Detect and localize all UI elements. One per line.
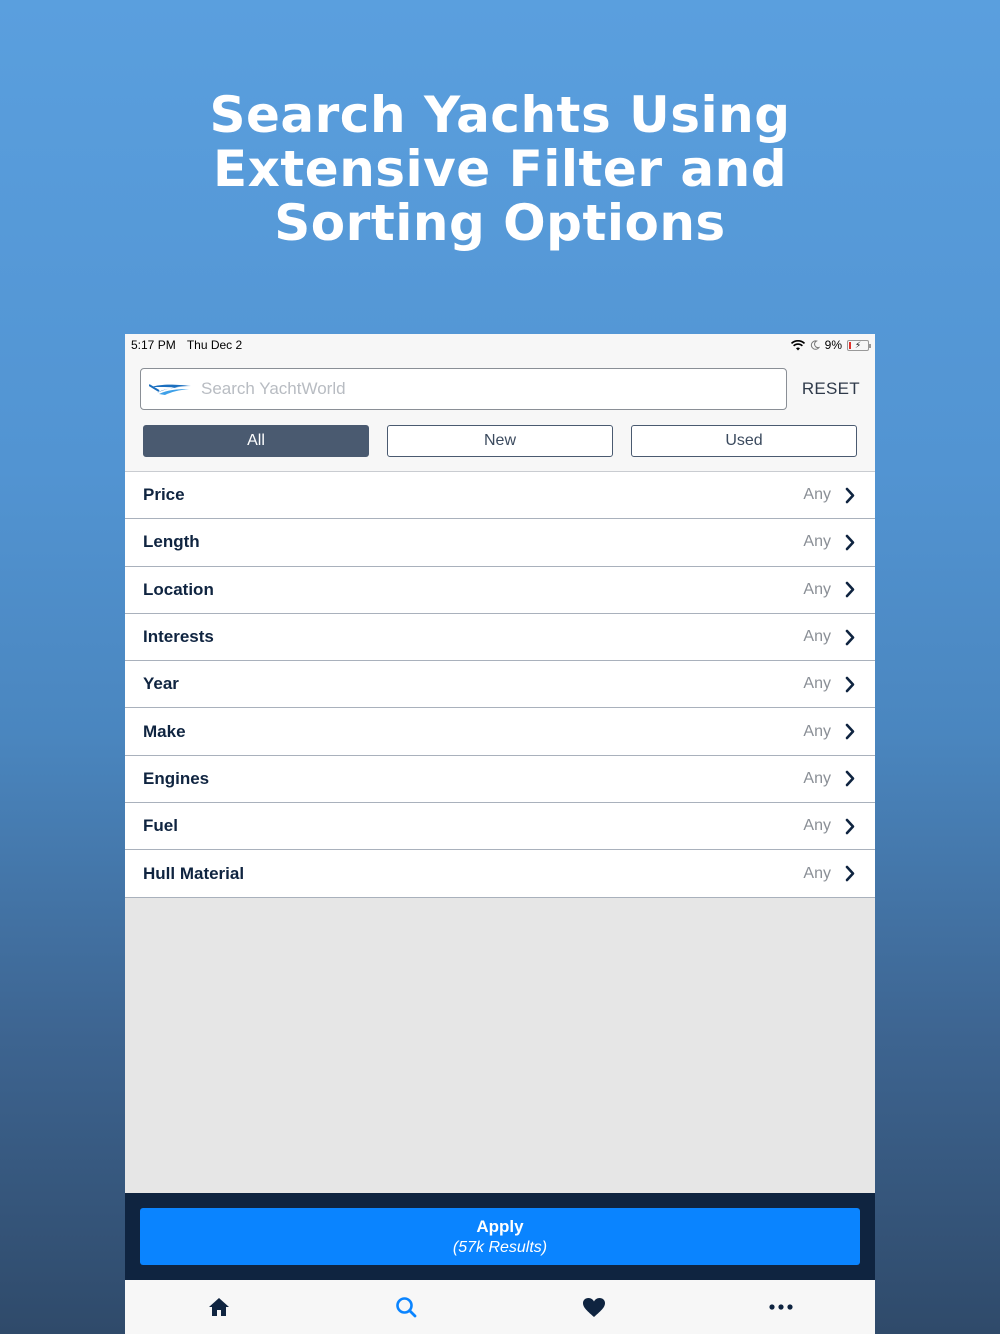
status-time: 5:17 PM: [131, 338, 176, 352]
segment-new[interactable]: New: [387, 425, 613, 457]
tab-more[interactable]: [751, 1287, 811, 1327]
status-date: Thu Dec 2: [186, 338, 243, 352]
apply-results-count: (57k Results): [452, 1238, 548, 1256]
filter-value: Any: [803, 580, 831, 598]
filter-label: Location: [143, 579, 214, 599]
filter-label: Engines: [143, 768, 210, 788]
filter-label: Interests: [143, 627, 214, 647]
chevron-right-icon: [845, 534, 855, 551]
filter-row-length[interactable]: Length Any: [125, 519, 875, 567]
filter-value: Any: [803, 486, 831, 504]
filter-row-make[interactable]: Make Any: [125, 708, 875, 756]
more-icon: [769, 1304, 793, 1310]
chevron-right-icon: [845, 723, 855, 740]
device-screen: 5:17 PM Thu Dec 2 9% ⚡ Search YachtWorld…: [125, 334, 875, 1334]
tab-favorites[interactable]: [564, 1287, 624, 1327]
filter-row-hull-material[interactable]: Hull Material Any: [125, 850, 875, 898]
filter-value: Any: [803, 675, 831, 693]
status-bar: 5:17 PM Thu Dec 2 9% ⚡: [125, 334, 875, 356]
chevron-right-icon: [845, 581, 855, 598]
headline-line-3: Sorting Options: [274, 194, 726, 252]
filter-value: Any: [803, 817, 831, 835]
filter-label: Make: [143, 721, 186, 741]
search-header: RESET All New Used: [125, 356, 875, 472]
segment-used[interactable]: Used: [631, 425, 857, 457]
chevron-right-icon: [845, 771, 855, 787]
filter-label: Hull Material: [143, 863, 245, 883]
filter-row-fuel[interactable]: Fuel Any: [125, 803, 875, 851]
filter-label: Year: [143, 674, 179, 694]
tab-search[interactable]: [376, 1287, 436, 1327]
segment-all[interactable]: All: [143, 425, 369, 457]
filter-value: Any: [803, 769, 831, 787]
headline-line-1: Search Yachts Using: [209, 86, 791, 144]
reset-button[interactable]: RESET: [802, 379, 860, 399]
search-input[interactable]: [201, 379, 761, 399]
headline-line-2: Extensive Filter and: [212, 140, 788, 198]
filter-label: Length: [143, 532, 200, 552]
apply-label: Apply: [476, 1216, 524, 1236]
tab-home[interactable]: [189, 1287, 249, 1327]
filter-row-price[interactable]: Price Any: [125, 472, 875, 520]
filter-label: Fuel: [143, 816, 178, 836]
chevron-right-icon: [845, 487, 855, 503]
filter-value: Any: [803, 628, 831, 646]
condition-segmented-control: All New Used: [140, 425, 860, 457]
chevron-right-icon: [845, 676, 855, 693]
apply-bar: Apply (57k Results): [125, 1193, 875, 1280]
home-icon: [208, 1298, 229, 1316]
yachtworld-logo-icon: [149, 384, 191, 395]
tab-bar: [125, 1280, 875, 1334]
filter-row-location[interactable]: Location Any: [125, 567, 875, 614]
filter-row-year[interactable]: Year Any: [125, 661, 875, 709]
filter-label: Price: [143, 485, 185, 505]
apply-button[interactable]: Apply (57k Results): [140, 1208, 860, 1265]
filter-value: Any: [803, 533, 831, 551]
filter-row-interests[interactable]: Interests Any: [125, 614, 875, 662]
filter-value: Any: [803, 722, 831, 740]
search-field[interactable]: [140, 368, 787, 410]
wifi-icon: [790, 339, 805, 350]
marketing-headline: Search Yachts Using Extensive Filter and…: [0, 88, 1000, 250]
chevron-right-icon: [845, 818, 855, 835]
battery-icon: ⚡: [847, 339, 871, 351]
search-icon: [396, 1297, 417, 1318]
battery-percent: 9%: [824, 338, 842, 352]
moon-icon: [810, 340, 820, 350]
chevron-right-icon: [845, 865, 855, 882]
heart-icon: [582, 1297, 605, 1317]
filter-list: Price Any Length Any Location Any Intere…: [125, 472, 875, 898]
chevron-right-icon: [845, 629, 855, 645]
filter-value: Any: [803, 864, 831, 882]
filter-row-engines[interactable]: Engines Any: [125, 756, 875, 804]
